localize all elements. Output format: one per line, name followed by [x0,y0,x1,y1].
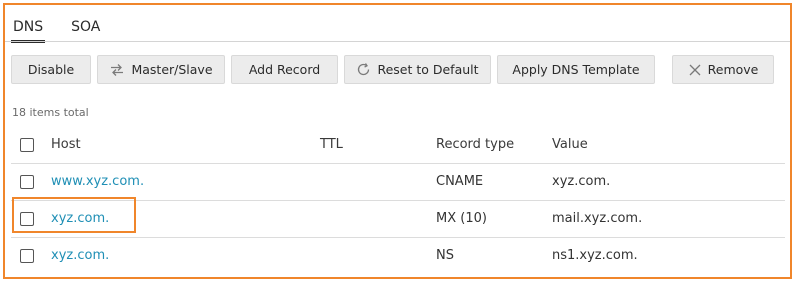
table-row: xyz.com. NS ns1.xyz.com. [11,236,785,274]
disable-button-label: Disable [27,62,75,77]
reset-icon [356,62,371,77]
row-checkbox[interactable] [20,211,34,226]
reset-to-default-button[interactable]: Reset to Default [344,55,491,84]
dns-panel: DNS SOA Disable Master/Slave Add Record [3,3,792,279]
ttl-cell [320,236,436,274]
items-total-count: 18 items total [12,106,89,119]
remove-button-label: Remove [707,62,759,77]
row-checkbox[interactable] [20,174,34,189]
select-all-checkbox[interactable] [20,137,34,152]
record-type-cell: MX (10) [436,199,552,237]
value-cell: xyz.com. [552,162,785,200]
table-header: Host TTL Record type Value [11,127,785,163]
tab-dns[interactable]: DNS [11,19,46,43]
apply-dns-template-button[interactable]: Apply DNS Template [497,55,655,84]
column-header-value[interactable]: Value [552,127,785,163]
remove-button[interactable]: Remove [672,55,774,84]
tab-bar: DNS SOA [11,5,126,43]
dns-records-table: Host TTL Record type Value www.xyz.com. … [11,127,785,274]
master-slave-button[interactable]: Master/Slave [97,55,225,84]
disable-button[interactable]: Disable [11,55,91,84]
column-header-record-type[interactable]: Record type [436,127,552,163]
ttl-cell [320,199,436,237]
add-record-button-label: Add Record [248,62,321,77]
record-type-cell: NS [436,236,552,274]
ttl-cell [320,162,436,200]
add-record-button[interactable]: Add Record [231,55,338,84]
swap-arrows-icon [109,63,125,77]
master-slave-button-label: Master/Slave [131,62,213,77]
remove-x-icon [688,63,702,77]
table-row: www.xyz.com. CNAME xyz.com. [11,162,785,200]
column-header-ttl[interactable]: TTL [320,127,436,163]
host-link[interactable]: xyz.com. [51,248,109,263]
tab-divider [5,41,790,42]
host-link[interactable]: www.xyz.com. [51,174,144,189]
record-type-cell: CNAME [436,162,552,200]
value-cell: ns1.xyz.com. [552,236,785,274]
host-link[interactable]: xyz.com. [51,211,109,226]
tab-soa[interactable]: SOA [69,19,102,41]
value-cell: mail.xyz.com. [552,199,785,237]
row-checkbox[interactable] [20,248,34,263]
reset-to-default-button-label: Reset to Default [377,62,479,77]
apply-dns-template-button-label: Apply DNS Template [512,62,640,77]
table-row: xyz.com. MX (10) mail.xyz.com. [11,199,785,237]
column-header-host[interactable]: Host [51,127,320,163]
